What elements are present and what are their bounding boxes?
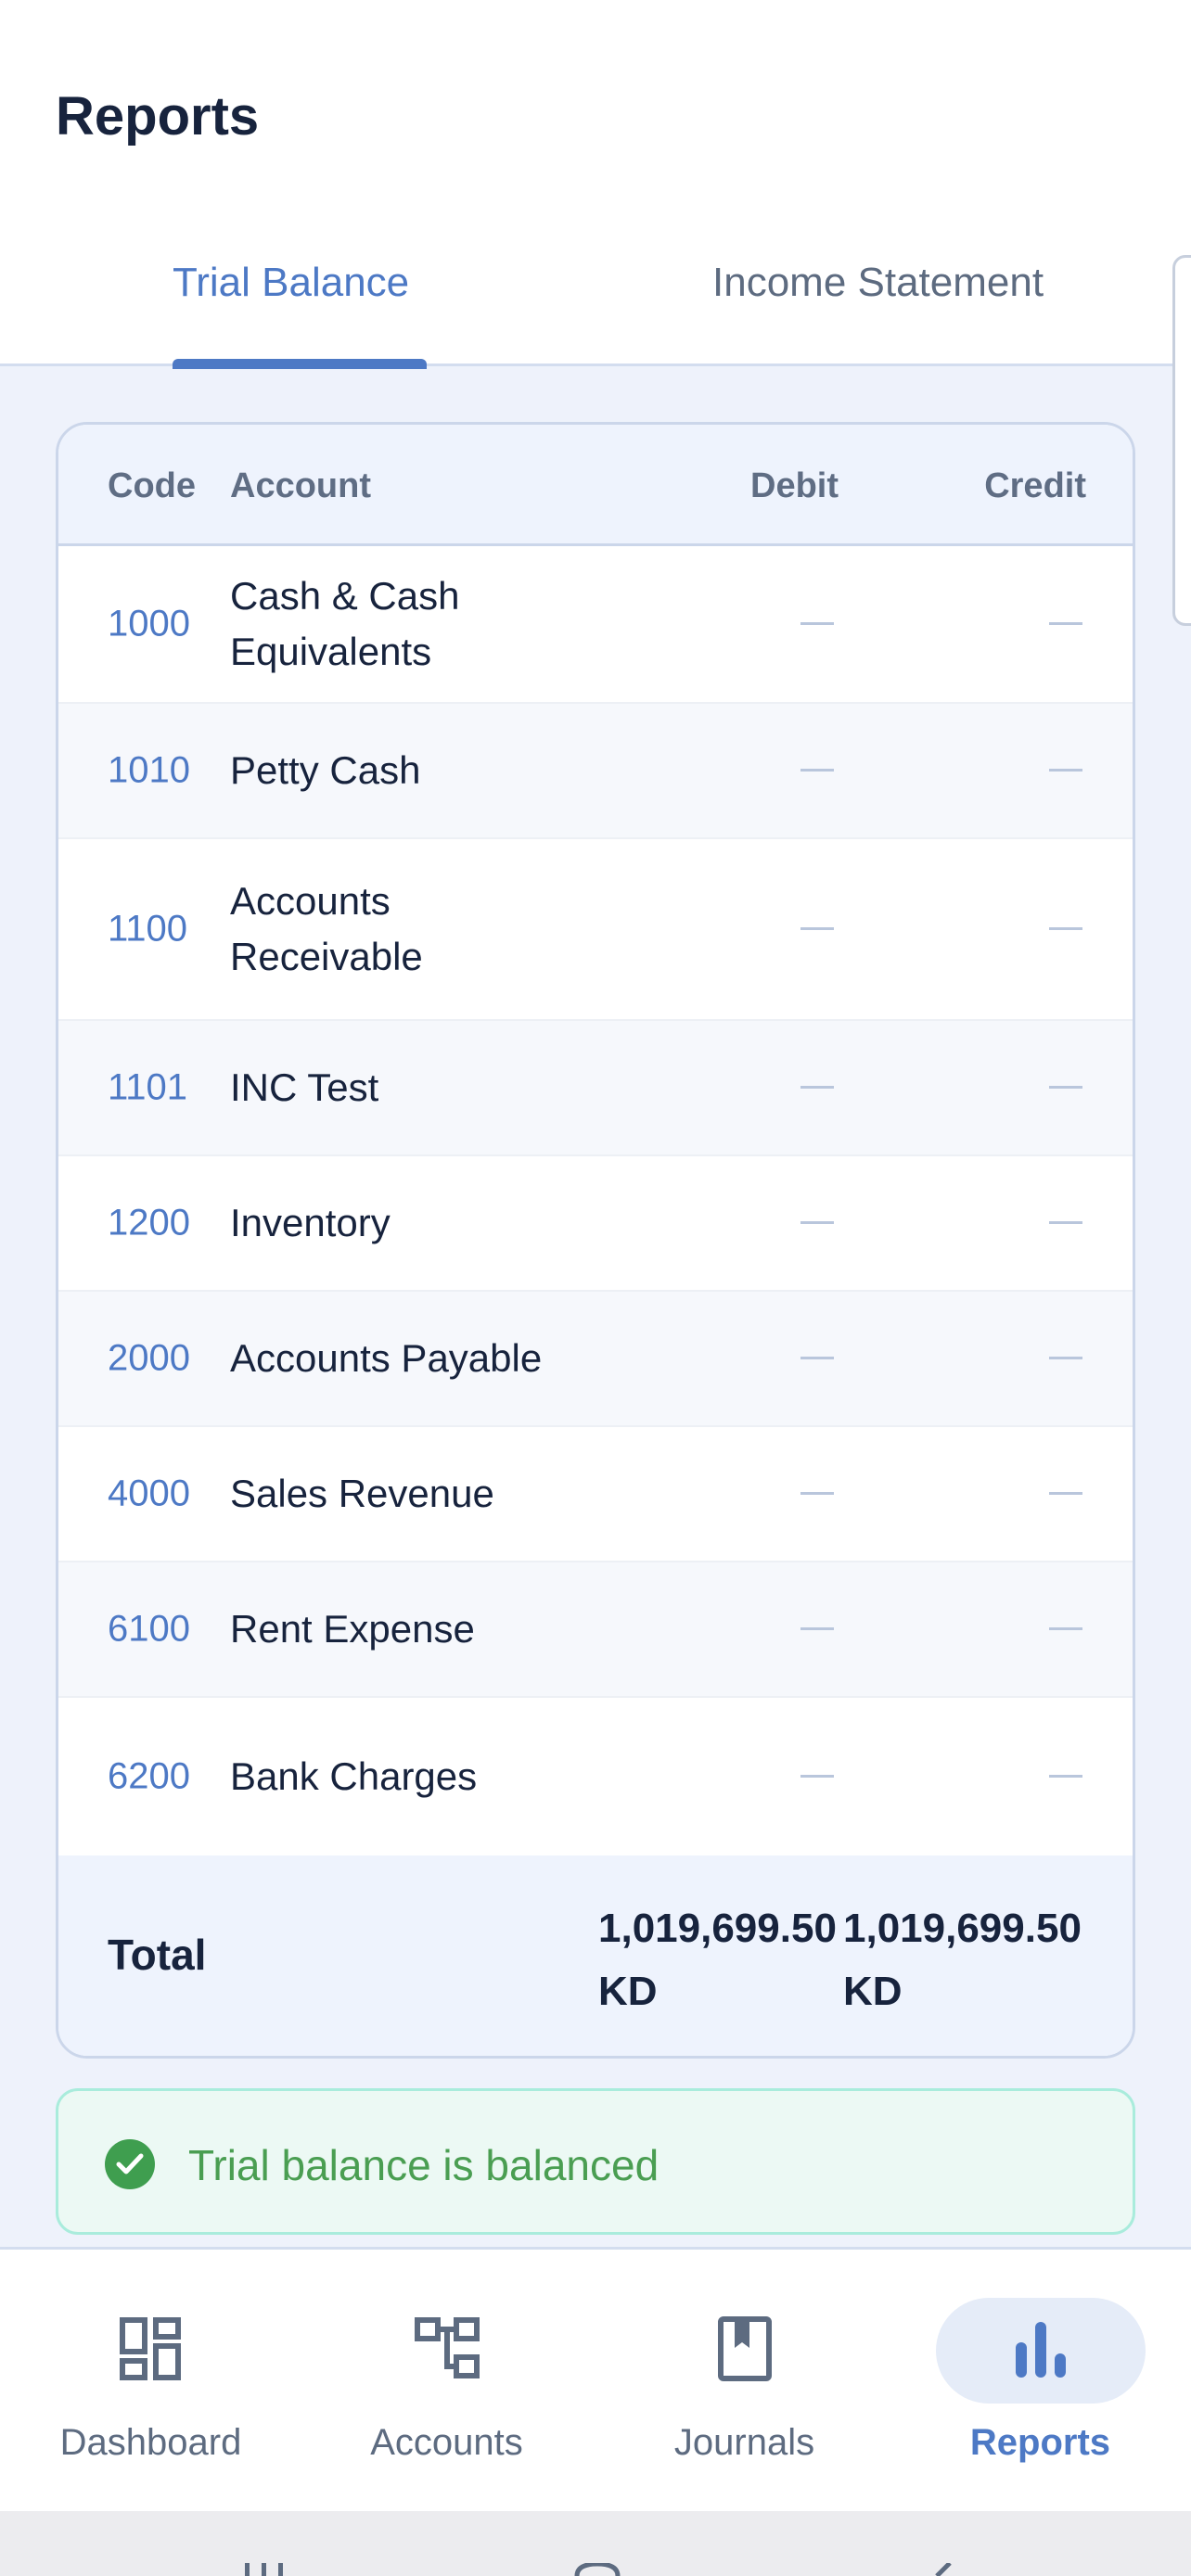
bottom-navigation: Dashboard Accounts Journals Reports bbox=[0, 2247, 1191, 2511]
total-credit-value: 1,019,699.50 KD bbox=[843, 1906, 1082, 2014]
nav-journals[interactable]: Journals bbox=[596, 2250, 893, 2514]
account-code: 6200 bbox=[108, 1755, 190, 1797]
table-row[interactable]: 6200 Bank Charges bbox=[58, 1698, 1133, 1855]
account-name: Accounts Payable bbox=[230, 1336, 543, 1380]
credit-empty-dash bbox=[1049, 1221, 1082, 1224]
credit-empty-dash bbox=[1049, 1357, 1082, 1359]
page-title: Reports bbox=[56, 86, 260, 147]
account-code: 1101 bbox=[108, 1066, 188, 1108]
account-code: 1010 bbox=[108, 749, 190, 791]
table-row[interactable]: 1010 Petty Cash bbox=[58, 704, 1133, 839]
debit-empty-dash bbox=[800, 1492, 834, 1495]
credit-empty-dash bbox=[1049, 622, 1082, 625]
nav-label: Reports bbox=[969, 2422, 1111, 2463]
account-name: Sales Revenue bbox=[230, 1472, 494, 1515]
bar-chart-icon bbox=[1015, 2322, 1066, 2378]
column-header-account: Account bbox=[230, 466, 371, 505]
nav-accounts[interactable]: Accounts bbox=[298, 2250, 596, 2514]
accounts-tree-icon bbox=[414, 2317, 480, 2378]
header: Reports Trial Balance Income Statement bbox=[0, 0, 1191, 626]
home-icon[interactable] bbox=[573, 2563, 621, 2576]
account-code: 4000 bbox=[108, 1473, 190, 1514]
tabs-scroll-edge bbox=[1172, 255, 1191, 626]
table-row[interactable]: 2000 Accounts Payable bbox=[58, 1292, 1133, 1427]
report-tabs: Trial Balance Income Statement bbox=[0, 223, 1191, 369]
debit-empty-dash bbox=[800, 1086, 834, 1089]
journal-book-icon bbox=[717, 2316, 772, 2381]
active-tab-indicator bbox=[173, 359, 427, 369]
account-code: 1100 bbox=[108, 908, 188, 950]
nav-reports[interactable]: Reports bbox=[891, 2250, 1189, 2514]
credit-empty-dash bbox=[1049, 927, 1082, 930]
balance-status-message: Trial balance is balanced bbox=[188, 2141, 660, 2189]
back-icon[interactable] bbox=[928, 2563, 955, 2576]
account-code: 1200 bbox=[108, 1202, 190, 1243]
credit-empty-dash bbox=[1049, 1492, 1082, 1495]
account-name: Accounts Receivable bbox=[230, 879, 423, 978]
column-header-credit: Credit bbox=[984, 466, 1086, 505]
total-label: Total bbox=[108, 1931, 207, 1979]
reports-screen: Reports Trial Balance Income Statement C… bbox=[0, 0, 1191, 2576]
check-circle-icon bbox=[105, 2139, 155, 2189]
debit-empty-dash bbox=[800, 1627, 834, 1630]
credit-empty-dash bbox=[1049, 1627, 1082, 1630]
recent-apps-icon[interactable] bbox=[241, 2563, 289, 2576]
table-row[interactable]: 6100 Rent Expense bbox=[58, 1562, 1133, 1698]
debit-empty-dash bbox=[800, 927, 834, 930]
debit-empty-dash bbox=[800, 1221, 834, 1224]
account-code: 1000 bbox=[108, 603, 190, 644]
credit-empty-dash bbox=[1049, 1086, 1082, 1089]
table-row[interactable]: 1200 Inventory bbox=[58, 1156, 1133, 1292]
column-header-code: Code bbox=[108, 466, 196, 505]
tab-income-statement[interactable]: Income Statement bbox=[712, 260, 1044, 306]
trial-balance-table: Code Account Debit Credit 1000 Cash & Ca… bbox=[56, 422, 1135, 2059]
account-name: Cash & Cash Equivalents bbox=[230, 574, 460, 673]
column-header-debit: Debit bbox=[750, 466, 839, 505]
account-name: Bank Charges bbox=[230, 1754, 478, 1798]
dashboard-icon bbox=[119, 2317, 181, 2380]
tab-trial-balance[interactable]: Trial Balance bbox=[173, 260, 409, 306]
table-row[interactable]: 1000 Cash & Cash Equivalents bbox=[58, 546, 1133, 704]
table-row[interactable]: 4000 Sales Revenue bbox=[58, 1427, 1133, 1562]
account-name: Rent Expense bbox=[230, 1607, 475, 1651]
debit-empty-dash bbox=[800, 622, 834, 625]
credit-empty-dash bbox=[1049, 769, 1082, 772]
nav-label: Dashboard bbox=[59, 2422, 242, 2463]
system-navigation-bar bbox=[0, 2511, 1191, 2576]
credit-empty-dash bbox=[1049, 1775, 1082, 1778]
table-row[interactable]: 1101 INC Test bbox=[58, 1021, 1133, 1156]
nav-label: Journals bbox=[673, 2422, 815, 2463]
total-debit-value: 1,019,699.50 KD bbox=[598, 1906, 837, 2014]
debit-empty-dash bbox=[800, 769, 834, 772]
account-name: Inventory bbox=[230, 1201, 391, 1244]
balance-status-banner: Trial balance is balanced bbox=[56, 2088, 1135, 2235]
nav-label: Accounts bbox=[370, 2422, 523, 2463]
table-header: Code Account Debit Credit bbox=[58, 425, 1133, 546]
account-code: 2000 bbox=[108, 1337, 190, 1379]
nav-dashboard[interactable]: Dashboard bbox=[2, 2250, 300, 2514]
account-code: 6100 bbox=[108, 1608, 190, 1650]
total-row: Total 1,019,699.50 KD 1,019,699.50 KD bbox=[58, 1855, 1133, 2056]
table-row[interactable]: 1100 Accounts Receivable bbox=[58, 839, 1133, 1021]
account-name: INC Test bbox=[230, 1065, 379, 1109]
account-name: Petty Cash bbox=[230, 748, 421, 792]
debit-empty-dash bbox=[800, 1775, 834, 1778]
debit-empty-dash bbox=[800, 1357, 834, 1359]
